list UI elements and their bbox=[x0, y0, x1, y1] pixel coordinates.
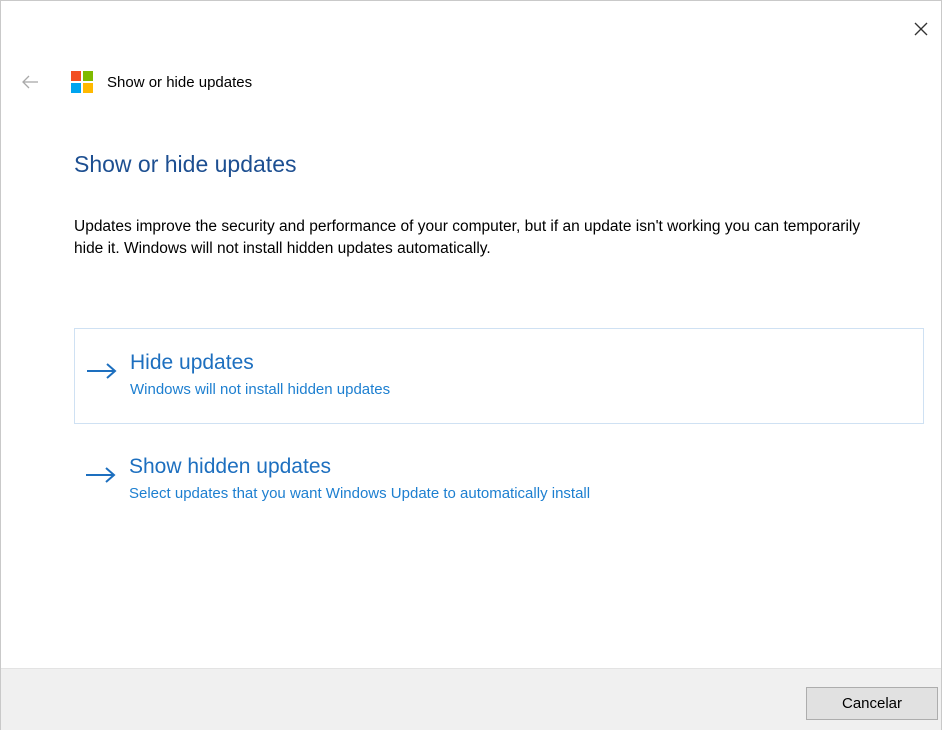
hide-updates-title: Hide updates bbox=[130, 351, 254, 374]
back-button[interactable] bbox=[21, 72, 45, 92]
logo-square-green bbox=[83, 71, 93, 81]
logo-square-blue bbox=[71, 83, 81, 93]
dialog-footer: Cancelar bbox=[1, 668, 941, 730]
hide-updates-subtitle: Windows will not install hidden updates bbox=[130, 381, 391, 398]
window-title: Show or hide updates bbox=[107, 73, 253, 91]
cancel-button[interactable]: Cancelar bbox=[806, 687, 938, 720]
show-hidden-updates-title: Show hidden updates bbox=[129, 455, 331, 478]
arrow-right-icon bbox=[86, 467, 116, 483]
header-row: Show or hide updates bbox=[21, 67, 252, 97]
logo-square-red bbox=[71, 71, 81, 81]
show-hidden-updates-subtitle: Select updates that you want Windows Upd… bbox=[129, 485, 591, 502]
back-arrow-icon bbox=[22, 75, 38, 89]
page-description: Updates improve the security and perform… bbox=[74, 218, 861, 257]
windows-logo-icon bbox=[71, 71, 93, 93]
hide-updates-option[interactable]: Hide updates Windows will not install hi… bbox=[74, 328, 924, 424]
show-hidden-updates-option[interactable]: Show hidden updates Select updates that … bbox=[74, 433, 924, 529]
close-button[interactable] bbox=[907, 15, 935, 43]
close-icon bbox=[914, 22, 928, 36]
logo-square-yellow bbox=[83, 83, 93, 93]
dialog-window: Show or hide updates Show or hide update… bbox=[0, 0, 942, 730]
arrow-right-icon bbox=[87, 363, 117, 379]
page-title: Show or hide updates bbox=[74, 151, 297, 177]
